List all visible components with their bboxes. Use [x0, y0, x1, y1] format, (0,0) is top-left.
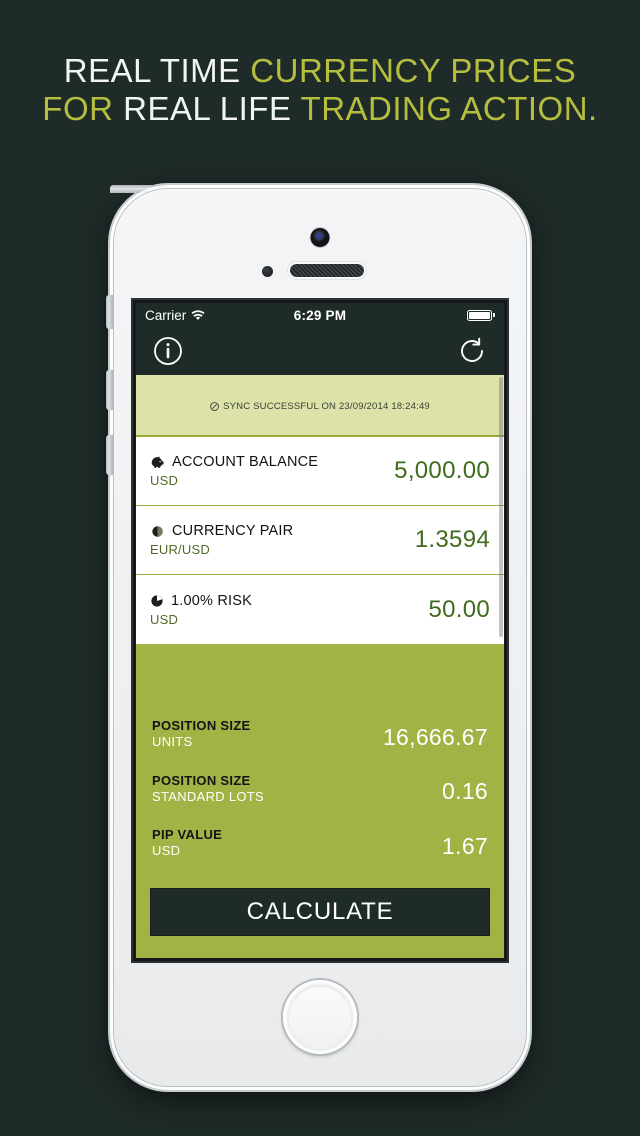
sync-status-banner: SYNC SUCCESSFUL ON 23/09/2014 18:24:49: [136, 375, 504, 437]
row-title: ACCOUNT BALANCE: [172, 454, 319, 470]
row-account-balance[interactable]: ACCOUNT BALANCE USD 5,000.00: [136, 437, 504, 506]
currency-circle-icon: [152, 525, 163, 537]
row-currency-pair[interactable]: CURRENCY PAIR EUR/USD 1.3594: [136, 506, 504, 575]
vertical-scrollbar[interactable]: [499, 377, 503, 637]
result-title: POSITION SIZE: [152, 772, 251, 788]
sync-message-wrap: SYNC SUCCESSFUL ON 23/09/2014 18:24:49: [210, 401, 430, 412]
pie-chart-icon: [151, 594, 163, 607]
refresh-button[interactable]: [456, 335, 488, 367]
volume-down-button[interactable]: [106, 435, 113, 475]
headline-segment: REAL LIFE: [123, 90, 301, 127]
headline-segment: REAL TIME: [63, 52, 251, 89]
headline-segment: FOR: [42, 90, 124, 127]
headline-segment: CURRENCY PRICES: [250, 52, 577, 89]
result-subtitle: STANDARD LOTS: [152, 788, 265, 804]
piggy-bank-icon: [151, 455, 164, 468]
iphone-device-mockup: Carrier 6:29 PM SYNC SUCCESSFUL ON 23/09…: [106, 185, 530, 1090]
result-title: POSITION SIZE: [152, 718, 251, 733]
result-value: 16,666.67: [382, 723, 488, 750]
marketing-headline: REAL TIME CURRENCY PRICES FOR REAL LIFE …: [0, 52, 640, 128]
app-navigation-bar: [136, 327, 504, 375]
row-title: 1.00% RISK: [171, 592, 252, 609]
row-title-wrap: 1.00% RISK: [150, 593, 252, 609]
headline-line-1: REAL TIME CURRENCY PRICES: [0, 52, 640, 90]
battery-cap-icon: [493, 313, 495, 317]
row-value[interactable]: 1.3594: [415, 526, 490, 554]
row-title-wrap: CURRENCY PAIR: [150, 523, 293, 539]
result-left: POSITION SIZE UNITS: [152, 718, 251, 751]
status-bar-left: Carrier: [145, 308, 205, 323]
row-subtitle: USD: [150, 611, 179, 627]
refresh-icon: [461, 337, 483, 362]
calculate-button[interactable]: CALCULATE: [150, 888, 490, 936]
carrier-label: Carrier: [145, 307, 187, 323]
screen-content: SYNC SUCCESSFUL ON 23/09/2014 18:24:49 A…: [136, 375, 504, 958]
power-button[interactable]: [110, 185, 168, 193]
info-button[interactable]: [152, 335, 184, 367]
result-subtitle: UNITS: [152, 734, 193, 750]
battery-icon: [467, 309, 492, 321]
row-value[interactable]: 5,000.00: [394, 457, 490, 485]
results-panel: POSITION SIZE UNITS 16,666.67 POSITION S…: [136, 644, 504, 958]
row-title: CURRENCY PAIR: [172, 523, 294, 539]
headline-line-2: FOR REAL LIFE TRADING ACTION.: [0, 90, 640, 128]
row-title-wrap: ACCOUNT BALANCE: [150, 454, 318, 470]
result-pip-value: PIP VALUE USD 1.67: [152, 827, 488, 860]
result-left: POSITION SIZE STANDARD LOTS: [152, 773, 264, 806]
row-left: ACCOUNT BALANCE USD: [150, 454, 318, 488]
phone-screen: Carrier 6:29 PM SYNC SUCCESSFUL ON 23/09…: [136, 303, 504, 958]
row-subtitle: USD: [150, 473, 179, 488]
silent-switch[interactable]: [106, 295, 113, 329]
input-rows-list: ACCOUNT BALANCE USD 5,000.00 CURRENCY PA…: [136, 437, 504, 644]
row-subtitle: EUR/USD: [150, 542, 210, 557]
info-circle-icon: [154, 337, 182, 365]
sync-message: SYNC SUCCESSFUL ON 23/09/2014 18:24:49: [223, 400, 430, 412]
wifi-icon: [191, 309, 205, 320]
result-value: 0.16: [442, 778, 488, 804]
result-title: PIP VALUE: [152, 827, 223, 842]
status-bar-right: [467, 309, 495, 321]
result-position-size-units: POSITION SIZE UNITS 16,666.67: [152, 718, 488, 751]
row-left: CURRENCY PAIR EUR/USD: [150, 523, 293, 557]
proximity-sensor-icon: [262, 266, 273, 277]
row-risk[interactable]: 1.00% RISK USD 50.00: [136, 575, 504, 644]
check-circle-icon: [210, 401, 219, 411]
earpiece-speaker-icon: [290, 264, 364, 277]
front-camera-icon: [310, 228, 330, 247]
volume-up-button[interactable]: [106, 370, 113, 410]
banner-divider: [136, 435, 504, 437]
result-left: PIP VALUE USD: [152, 827, 222, 860]
result-value: 1.67: [442, 832, 488, 859]
result-subtitle: USD: [152, 843, 181, 859]
result-position-size-lots: POSITION SIZE STANDARD LOTS 0.16: [152, 773, 488, 806]
home-button[interactable]: [283, 980, 357, 1054]
headline-segment: TRADING ACTION.: [300, 90, 598, 127]
row-value[interactable]: 50.00: [428, 596, 490, 624]
row-left: 1.00% RISK USD: [150, 593, 252, 627]
status-bar: Carrier 6:29 PM: [136, 303, 504, 327]
